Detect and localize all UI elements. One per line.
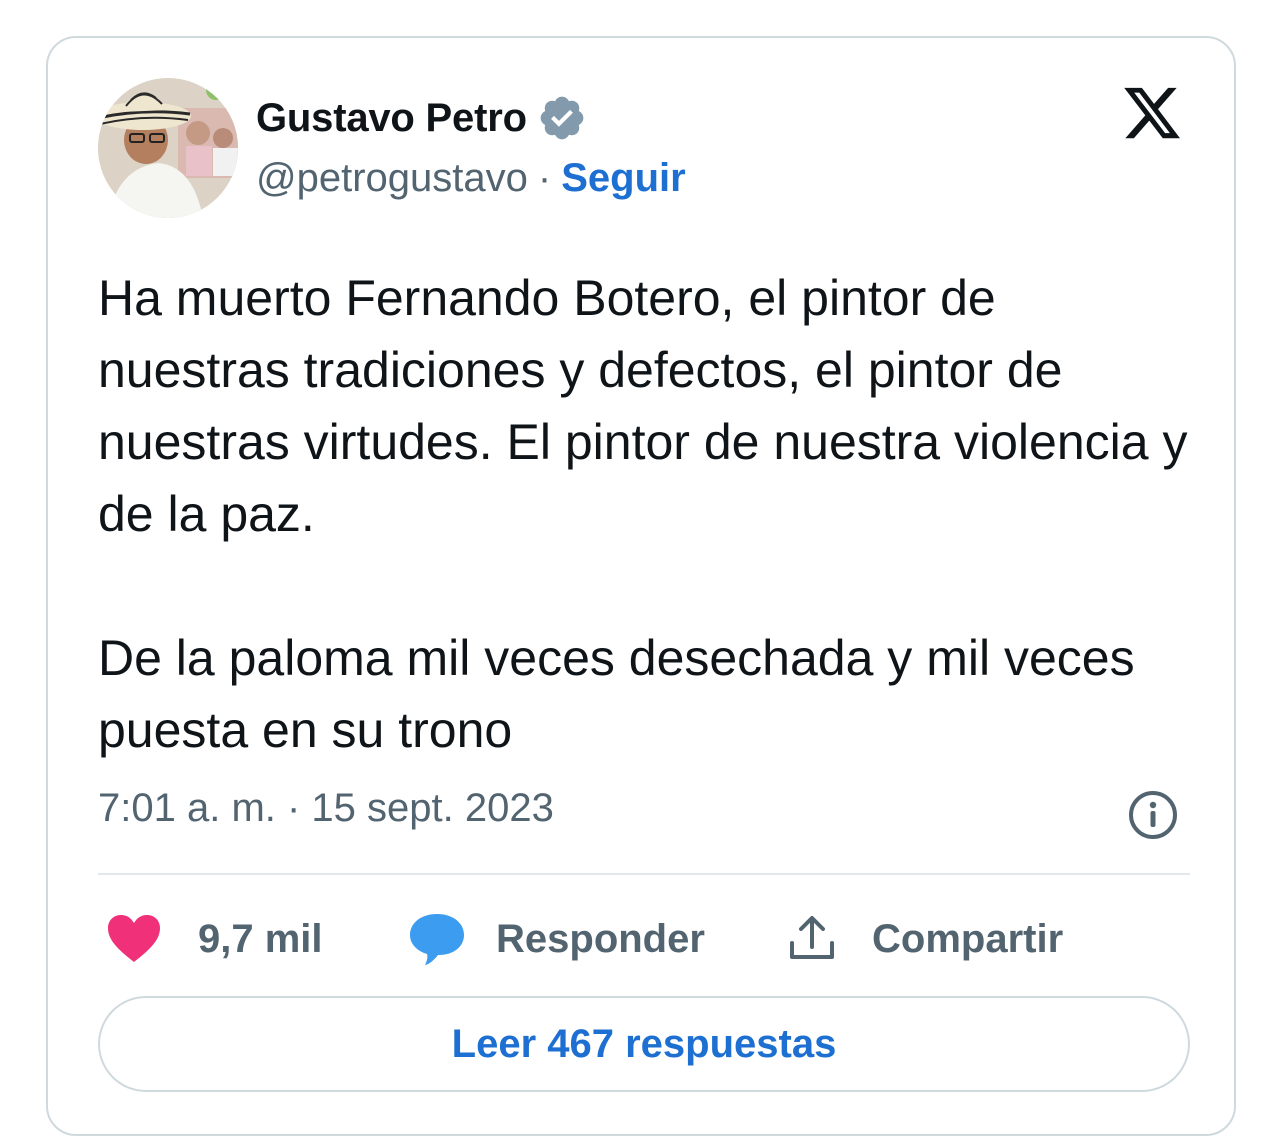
- share-icon: [790, 916, 834, 959]
- author-handle[interactable]: @petrogustavo: [256, 156, 528, 201]
- author-name-row: Gustavo Petro: [256, 96, 587, 140]
- tweet-card: Gustavo Petro @petrogustavo · Seguir Ha …: [46, 36, 1236, 1136]
- heart-icon: [108, 915, 160, 962]
- reply-bubble-icon: [410, 914, 464, 965]
- tweet-paragraph: De la paloma mil veces desechada y mil v…: [98, 630, 1135, 758]
- info-icon[interactable]: [1126, 788, 1180, 842]
- divider: [98, 873, 1190, 875]
- follow-link[interactable]: Seguir: [561, 156, 685, 201]
- tweet-actions: 9,7 mil Responder Compartir: [98, 906, 1190, 972]
- tweet-paragraph: Ha muerto Fernando Botero, el pintor de …: [98, 270, 1188, 542]
- read-replies-button[interactable]: Leer 467 respuestas: [98, 996, 1190, 1092]
- author-avatar[interactable]: [98, 78, 238, 218]
- author-handle-row: @petrogustavo · Seguir: [256, 156, 686, 201]
- verified-badge-icon: [540, 96, 584, 140]
- share-label: Compartir: [872, 916, 1064, 961]
- separator-dot: ·: [537, 156, 552, 200]
- tweet-timestamp[interactable]: 7:01 a. m. · 15 sept. 2023: [98, 786, 554, 831]
- reply-button[interactable]: Responder: [408, 906, 705, 972]
- x-logo-icon[interactable]: [1120, 82, 1184, 144]
- share-button[interactable]: Compartir: [786, 906, 1063, 972]
- like-count: 9,7 mil: [198, 916, 323, 961]
- author-display-name[interactable]: Gustavo Petro: [256, 96, 527, 141]
- reply-label: Responder: [496, 916, 705, 961]
- like-button[interactable]: 9,7 mil: [106, 906, 323, 972]
- tweet-text: Ha muerto Fernando Botero, el pintor de …: [98, 262, 1198, 766]
